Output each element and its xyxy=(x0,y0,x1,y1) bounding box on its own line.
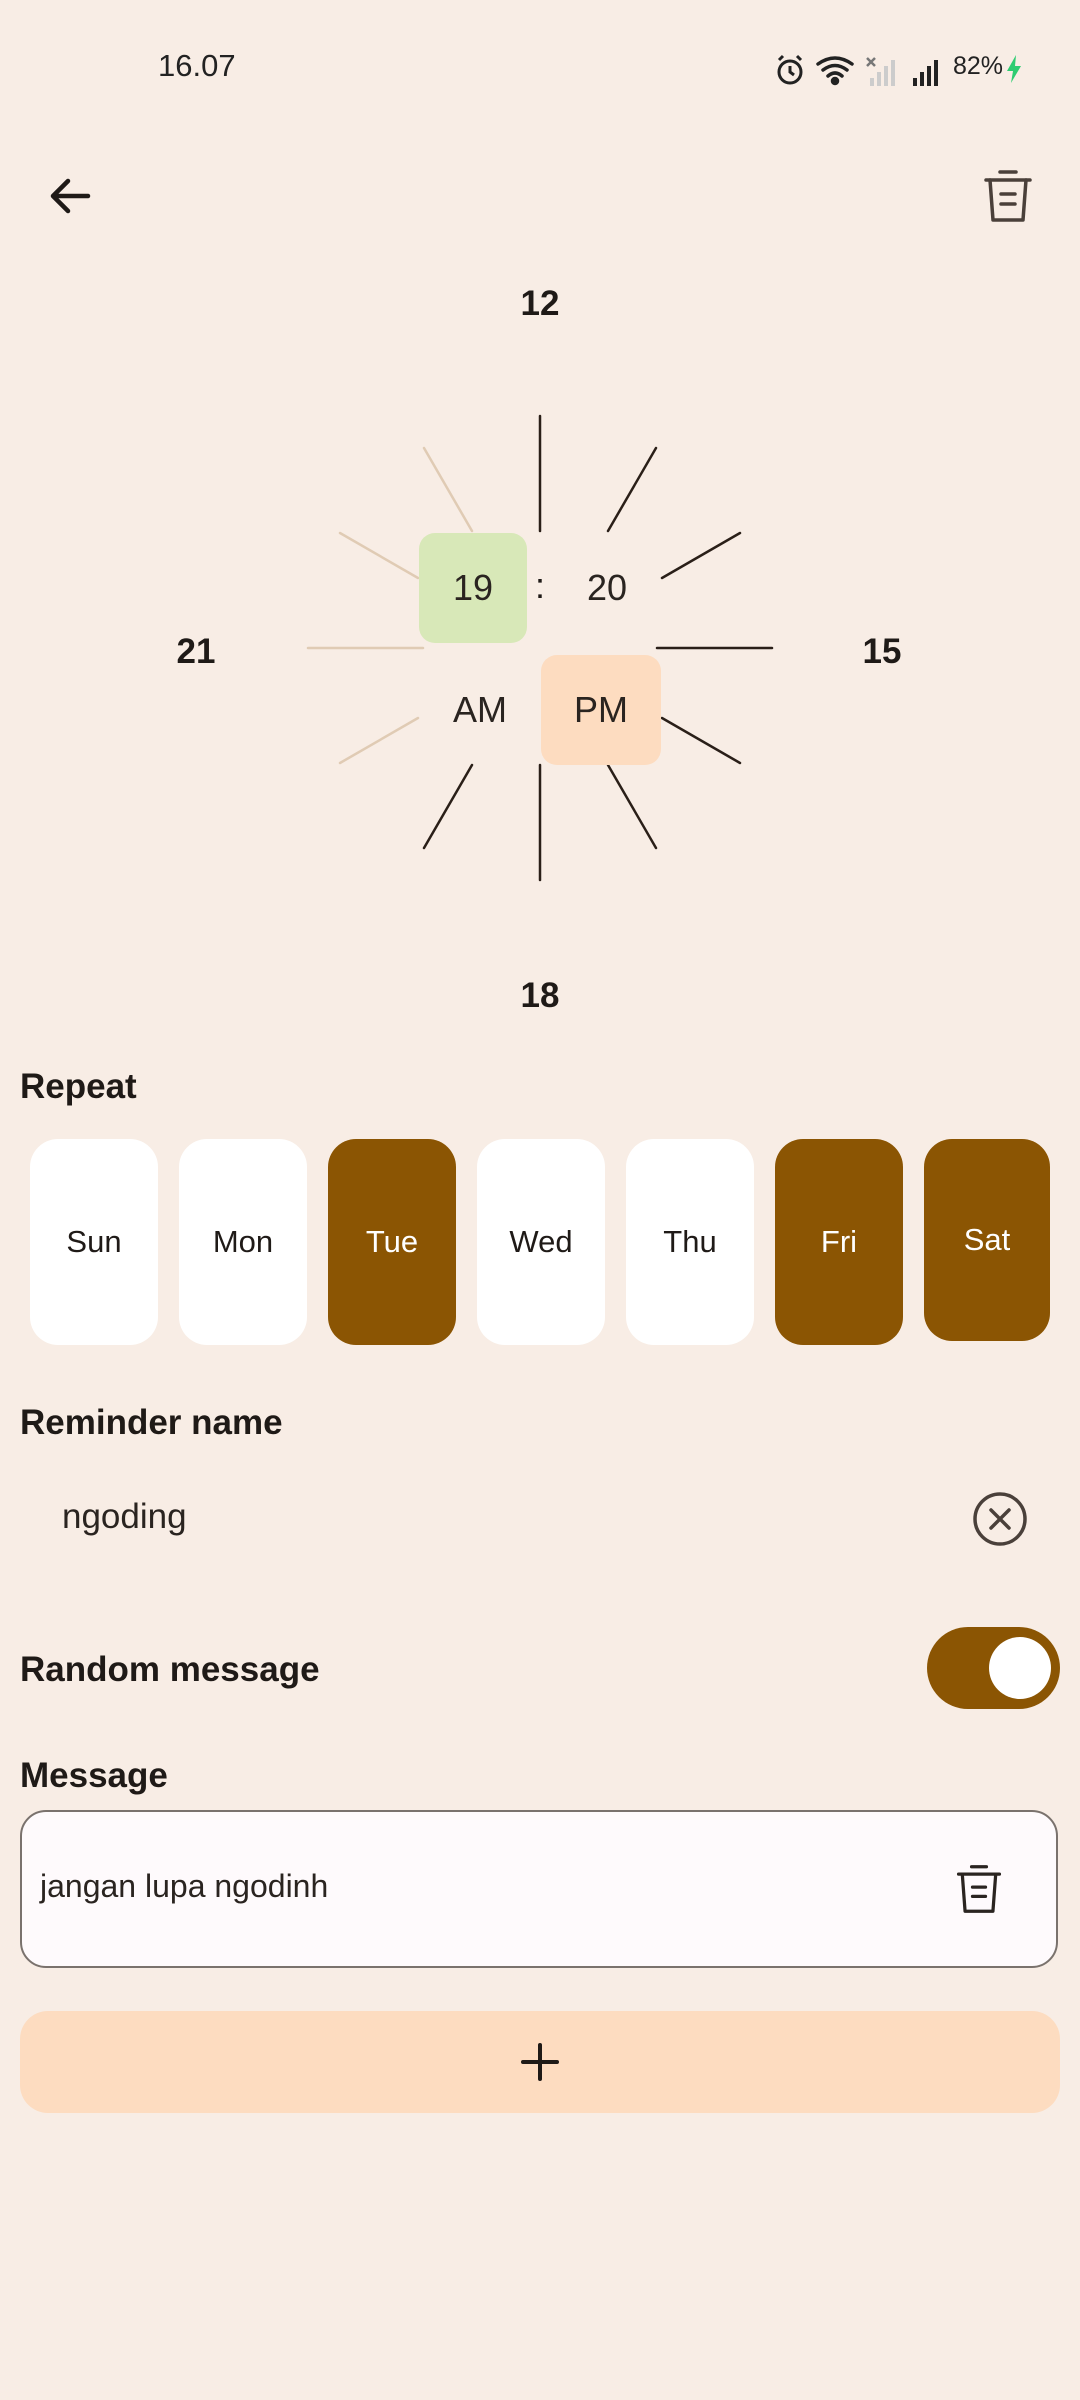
message-item[interactable]: jangan lupa ngodinh xyxy=(20,1810,1058,1968)
day-chip-tue[interactable]: Tue xyxy=(328,1139,456,1345)
repeat-title: Repeat xyxy=(20,1067,137,1106)
plus-icon xyxy=(521,2043,559,2081)
trash-icon xyxy=(956,1865,1002,1913)
day-chip-sun[interactable]: Sun xyxy=(30,1139,158,1345)
day-chip-fri[interactable]: Fri xyxy=(775,1139,903,1345)
message-text: jangan lupa ngodinh xyxy=(40,1868,329,1904)
random-message-switch[interactable] xyxy=(927,1627,1060,1709)
hour-label-right: 15 xyxy=(862,632,902,671)
pm-toggle[interactable]: PM xyxy=(541,655,661,765)
minute-selector[interactable]: 20 xyxy=(553,533,661,643)
hour-label-top: 12 xyxy=(520,284,560,323)
hour-label-left: 21 xyxy=(176,632,216,671)
hour-label-bottom: 18 xyxy=(520,976,560,1015)
clock-dial[interactable] xyxy=(0,0,1080,1000)
clear-name-button[interactable] xyxy=(971,1490,1029,1548)
random-message-title: Random message xyxy=(20,1650,320,1689)
hour-selector[interactable]: 19 xyxy=(419,533,527,643)
day-chip-mon[interactable]: Mon xyxy=(179,1139,307,1345)
reminder-name-input[interactable]: ngoding xyxy=(62,1497,187,1537)
day-chip-wed[interactable]: Wed xyxy=(477,1139,605,1345)
time-separator: : xyxy=(534,565,545,606)
day-chip-sat[interactable]: Sat xyxy=(924,1139,1050,1341)
close-circle-icon xyxy=(973,1492,1027,1546)
add-message-button[interactable] xyxy=(20,2011,1060,2113)
switch-knob xyxy=(989,1637,1051,1699)
day-chip-thu[interactable]: Thu xyxy=(626,1139,754,1345)
reminder-name-title: Reminder name xyxy=(20,1403,283,1442)
message-title: Message xyxy=(20,1756,168,1795)
delete-message-button[interactable] xyxy=(944,1854,1014,1924)
am-toggle[interactable]: AM xyxy=(426,655,534,765)
